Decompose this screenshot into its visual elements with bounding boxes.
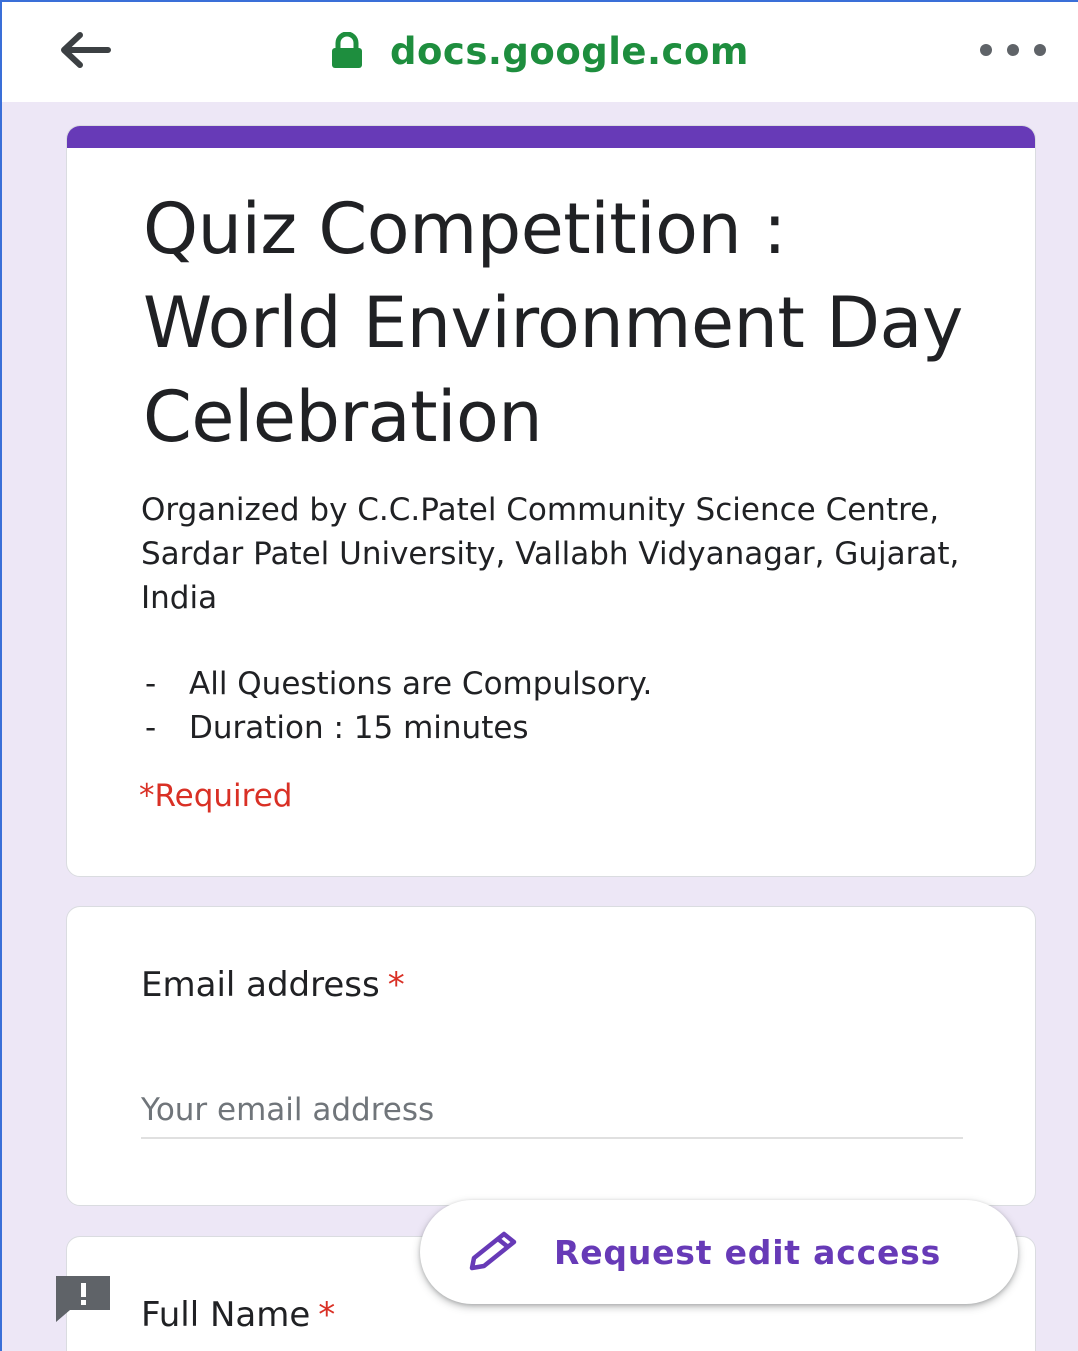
- required-note: *Required: [139, 778, 293, 814]
- arrow-back-icon[interactable]: [56, 30, 112, 70]
- form-notes: - All Questions are Compulsory. - Durati…: [145, 662, 652, 750]
- more-horizontal-icon[interactable]: [980, 40, 1046, 60]
- required-asterisk: *: [318, 1295, 336, 1335]
- form-note-item: - Duration : 15 minutes: [145, 710, 529, 746]
- request-edit-access-button[interactable]: Request edit access: [420, 1200, 1018, 1304]
- feedback-icon[interactable]: [52, 1272, 114, 1324]
- address-field[interactable]: docs.google.com: [330, 26, 749, 76]
- lock-icon: [332, 32, 362, 68]
- email-field[interactable]: [141, 1083, 963, 1139]
- question-label: Full Name *: [141, 1295, 336, 1335]
- form-note-item: - All Questions are Compulsory.: [145, 666, 653, 702]
- browser-url-bar: docs.google.com: [0, 0, 1078, 102]
- question-label: Email address *: [141, 965, 405, 1005]
- url-text: docs.google.com: [390, 29, 749, 73]
- form-header-card: Quiz Competition : World Environment Day…: [66, 125, 1036, 877]
- form-description: Organized by C.C.Patel Community Science…: [141, 492, 960, 616]
- pencil-icon: [469, 1231, 517, 1271]
- required-asterisk: *: [387, 965, 405, 1005]
- form-accent-bar: [67, 126, 1035, 148]
- question-card-email: Email address *: [66, 906, 1036, 1206]
- form-title: Quiz Competition : World Environment Day…: [143, 188, 963, 458]
- request-edit-access-label: Request edit access: [554, 1232, 942, 1272]
